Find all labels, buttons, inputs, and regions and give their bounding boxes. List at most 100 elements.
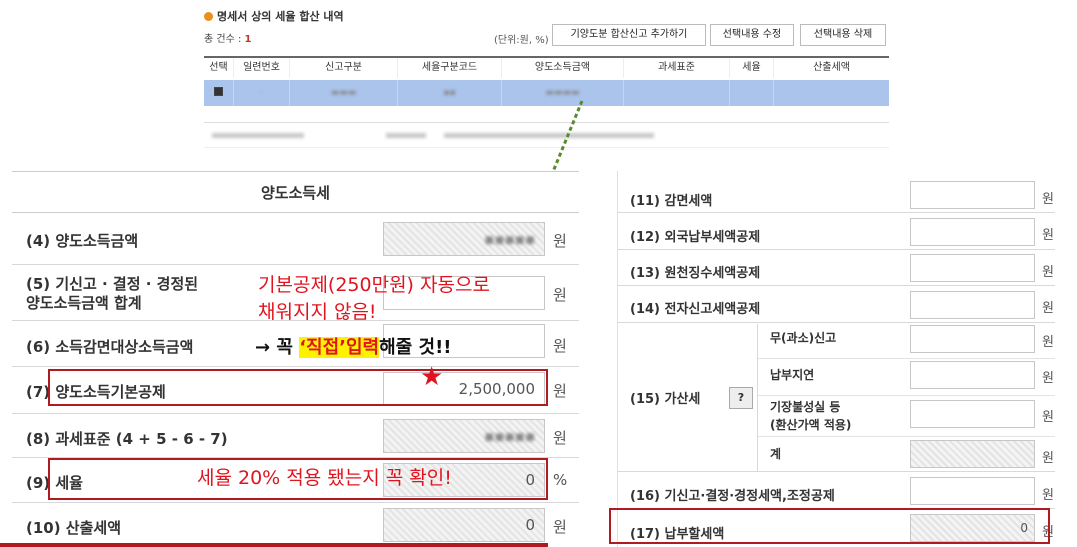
tax-rate-check-note: 세율 20% 적용 됐는지 꼭 확인!	[197, 467, 452, 489]
penalty-underreport-label: 무(과소)신고	[770, 331, 837, 345]
direct-input-arrow-text: → 꼭	[255, 337, 293, 358]
redacted-bar	[212, 133, 304, 138]
penalty-bookkeeping-field[interactable]	[910, 400, 1035, 428]
divider	[758, 358, 1055, 359]
direct-input-note: → 꼭 ‘직접’입력해줄 것!!	[255, 333, 452, 359]
row-label: (13) 원천징수세액공제	[630, 266, 761, 281]
row-computed-tax: (10) 산출세액 0 원	[12, 504, 579, 547]
penalty-total-label: 계	[770, 447, 782, 461]
unit-won: 원	[553, 518, 567, 536]
basic-deduction-highlight-box	[48, 369, 548, 406]
row-transfer-income: (4) 양도소득금액 ▪▪▪▪▪ 원	[12, 214, 579, 265]
unit-won: 원	[553, 286, 567, 304]
unit-won: 원	[1042, 371, 1054, 386]
penalty-underreport-field[interactable]	[910, 325, 1035, 353]
capital-gains-tax-title: 양도소득세	[12, 171, 579, 213]
redacted-bar	[386, 133, 426, 138]
unit-won: 원	[1042, 192, 1054, 207]
penalty-divider	[757, 324, 758, 472]
deduction-warning-line2: 채워지지 않음!	[258, 301, 377, 323]
row-tax-rate-cell	[730, 80, 774, 106]
bottom-red-rule	[0, 543, 548, 547]
col-serial: 일련번호	[234, 58, 290, 78]
penalty-bookkeeping-label: 기장불성실 등	[770, 400, 841, 414]
row-tax-reduction: (11) 감면세액 원	[618, 177, 1055, 213]
e-filing-credit-field[interactable]	[910, 291, 1035, 319]
direct-input-highlight: ‘직접’	[299, 337, 346, 358]
row-tax-base-cell	[624, 80, 730, 106]
computed-tax-field[interactable]: 0	[383, 508, 545, 542]
row-computed-tax-cell	[774, 80, 889, 106]
row-report-type-cell: ▬▬▬	[290, 80, 398, 106]
penalty-total-field[interactable]	[910, 440, 1035, 468]
row-tax-base: (8) 과세표준 (4 + 5 - 6 - 7) ▪▪▪▪▪ 원	[12, 415, 579, 458]
row-checkbox[interactable]	[214, 87, 223, 96]
penalty-late-payment-label: 납부지연	[770, 368, 815, 382]
count-label: 총 건수 :	[204, 34, 242, 45]
direct-input-red: 입력	[346, 337, 380, 358]
unit-label: (단위:원, %)	[494, 35, 549, 46]
col-rate-code: 세율구분코드	[398, 58, 502, 78]
foreign-tax-credit-field[interactable]	[910, 218, 1035, 246]
withholding-credit-field[interactable]	[910, 254, 1035, 282]
col-transfer-income: 양도소득금액	[502, 58, 624, 78]
divider	[758, 436, 1055, 437]
direct-input-red-wrap: 입력	[346, 337, 380, 358]
unit-won: 원	[1042, 488, 1054, 503]
row-prior-tax-adjustment: (16) 기신고·결정·경정세액,조정공제 원	[618, 473, 1055, 509]
row-label: (4) 양도소득금액	[26, 232, 139, 250]
tax-base-field[interactable]: ▪▪▪▪▪	[383, 419, 545, 453]
deduction-warning-line1: 기본공제(250만원) 자동으로	[258, 274, 490, 296]
unit-won: 원	[1042, 301, 1054, 316]
unit-percent: %	[553, 471, 568, 489]
row-label: (14) 전자신고세액공제	[630, 302, 761, 317]
penalty-bookkeeping-label-line2: (환산가액 적용)	[770, 418, 852, 432]
count-value: 1	[244, 34, 252, 45]
unit-won: 원	[1042, 265, 1054, 280]
row-label: (8) 과세표준 (4 + 5 - 6 - 7)	[26, 430, 228, 448]
add-prior-transfer-button[interactable]: 기양도분 합산신고 추가하기	[552, 24, 706, 46]
row-serial-cell: ·	[234, 80, 290, 106]
col-tax-rate: 세율	[730, 58, 774, 78]
bullet-dot-icon	[204, 12, 213, 21]
row-withholding-credit: (13) 원천징수세액공제 원	[618, 251, 1055, 286]
col-select: 선택	[204, 58, 234, 78]
row-foreign-tax-credit: (12) 외국납부세액공제 원	[618, 214, 1055, 250]
detail-title-text: 명세서 상의 세율 합산 내역	[217, 10, 344, 23]
tax-credit-panel: (11) 감면세액 원 (12) 외국납부세액공제 원 (13) 원천징수세액공…	[617, 171, 1077, 547]
detail-table-header: 선택 일련번호 신고구분 세율구분코드 양도소득금액 과세표준 세율 산출세액	[204, 56, 889, 78]
transfer-income-field[interactable]: ▪▪▪▪▪	[383, 222, 545, 256]
row-label: (11) 감면세액	[630, 194, 713, 209]
tax-reduction-field[interactable]	[910, 181, 1035, 209]
unit-won: 원	[1042, 228, 1054, 243]
row-select-cell[interactable]	[204, 80, 234, 106]
prior-tax-adjustment-field[interactable]	[910, 477, 1035, 505]
tax-payable-highlight-box	[609, 508, 1050, 544]
row-rate-code-cell: ▪▪	[398, 80, 502, 106]
col-tax-base: 과세표준	[624, 58, 730, 78]
unit-won: 원	[553, 232, 567, 250]
delete-selected-button[interactable]: 선택내용 삭제	[800, 24, 886, 46]
row-label-line2: 양도소득금액 합계	[26, 294, 142, 312]
row-label: (12) 외국납부세액공제	[630, 230, 761, 245]
unit-won: 원	[1042, 451, 1054, 466]
penalty-help-button[interactable]: ?	[729, 387, 753, 409]
row-label: (16) 기신고·결정·경정세액,조정공제	[630, 489, 835, 504]
col-report-type: 신고구분	[290, 58, 398, 78]
direct-input-rest: 해줄 것!!	[379, 337, 452, 358]
divider	[758, 395, 1055, 396]
screenshot-stage: 명세서 상의 세율 합산 내역 총 건수 : 1 (단위:원, %) 기양도분 …	[0, 0, 1077, 547]
unit-won: 원	[553, 382, 567, 400]
row-e-filing-credit: (14) 전자신고세액공제 원	[618, 287, 1055, 323]
total-count: 총 건수 : 1	[204, 30, 251, 45]
unit-won: 원	[553, 429, 567, 447]
penalty-late-payment-field[interactable]	[910, 361, 1035, 389]
edit-selected-button[interactable]: 선택내용 수정	[710, 24, 794, 46]
row-label: (6) 소득감면대상소득금액	[26, 338, 194, 356]
deduction-warning-note: 기본공제(250만원) 자동으로 채워지지 않음!	[258, 272, 490, 326]
detail-panel-title: 명세서 상의 세율 합산 내역	[204, 8, 344, 24]
star-icon: ★	[420, 362, 444, 392]
row-label: (5) 기신고 · 결정 · 경정된	[26, 275, 199, 293]
unit-won: 원	[1042, 335, 1054, 350]
unit-won: 원	[1042, 410, 1054, 425]
